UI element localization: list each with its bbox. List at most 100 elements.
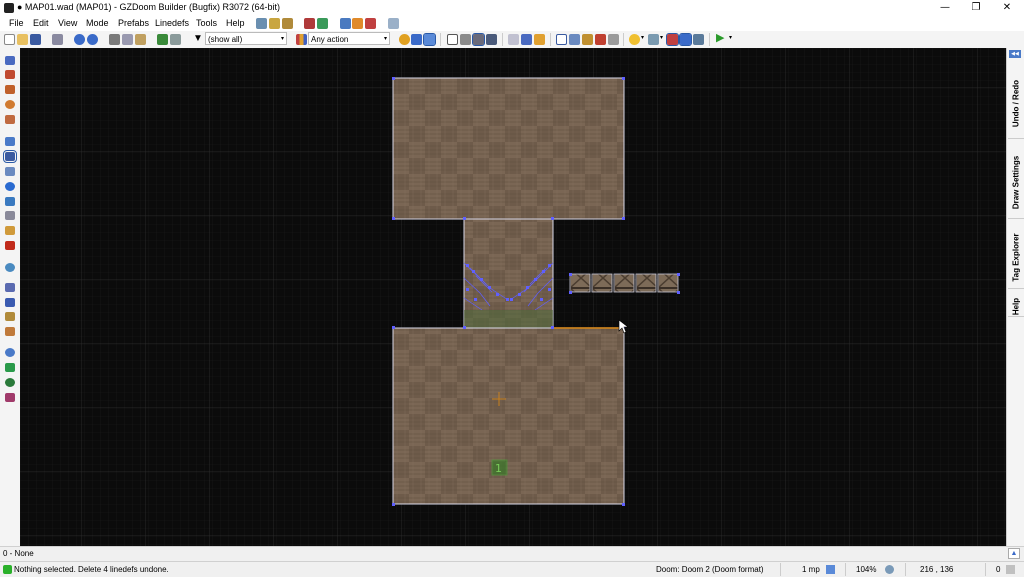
snap-grid-icon[interactable] [423,33,436,46]
chevron-down-icon[interactable]: ▾ [660,34,663,41]
warnings-icon[interactable] [1006,565,1015,574]
filter-icon[interactable]: ▼ [193,34,203,44]
save-map-icon[interactable] [30,34,41,45]
minimize-button[interactable]: — [930,0,960,16]
crate-sector[interactable] [569,273,591,293]
menu-edit[interactable]: Edit [33,18,49,28]
sky-icon[interactable] [679,33,692,46]
menu-linedefs[interactable]: Linedefs [155,18,189,28]
things-mode-icon[interactable] [5,182,15,191]
map-info-icon[interactable] [52,34,63,45]
paste-icon[interactable] [135,34,146,45]
sector-table-icon[interactable] [556,34,567,45]
lightbulb-icon[interactable] [629,34,640,45]
visual-mode-icon[interactable] [5,263,15,272]
close-button[interactable]: ✕ [992,0,1022,16]
stairs-mode-icon[interactable] [5,327,15,336]
view-brightness-icon[interactable] [472,33,485,46]
chevron-down-icon[interactable]: ▾ [641,34,644,41]
open-map-icon[interactable] [17,34,28,45]
redo-icon[interactable] [87,34,98,45]
map-options-icon[interactable] [304,18,315,29]
draw-ellipse-icon[interactable] [5,100,15,109]
map-canvas[interactable]: 1 [20,48,1006,546]
sectors-mode-icon[interactable] [5,167,15,176]
script-editor-icon[interactable] [256,18,267,29]
find-icon[interactable] [340,18,351,29]
link-icon[interactable] [388,18,399,29]
zoom-icon[interactable] [885,565,894,574]
chevron-down-icon[interactable]: ▾ [729,34,732,41]
insert-prefab-icon[interactable] [157,34,168,45]
flats-icon[interactable] [282,18,293,29]
model-render-icon[interactable] [648,34,659,45]
bridge-mode-icon[interactable] [5,312,15,321]
merge-geometry-icon[interactable] [508,34,519,45]
find-replace-icon[interactable] [5,348,15,357]
menu-mode[interactable]: Mode [86,18,109,28]
new-map-icon[interactable] [4,34,15,45]
sector-top-room[interactable] [392,77,625,220]
fog-icon[interactable] [666,33,679,46]
undo-icon[interactable] [74,34,85,45]
event-lines-icon[interactable] [693,34,704,45]
textures-icon[interactable] [269,18,280,29]
menu-prefabs[interactable]: Prefabs [118,18,149,28]
slope-mode-icon[interactable] [5,283,15,292]
action-filter-dropdown[interactable]: Any action ▾ [308,32,390,45]
crate-sector[interactable] [613,273,635,293]
draw-grid-icon[interactable] [5,115,15,124]
texture-align-icon[interactable] [582,34,593,45]
crate-sector[interactable] [635,273,657,293]
copy-icon[interactable] [122,34,133,45]
list-icon[interactable] [569,34,580,45]
linedefs-mode-icon[interactable] [3,150,17,163]
vertices-mode-icon[interactable] [5,137,15,146]
expand-info-button[interactable]: ▲ [1008,548,1020,559]
linedef-color-preset-icon[interactable] [296,34,307,45]
things-filter-dropdown[interactable]: (show all) ▾ [205,32,287,45]
map-view[interactable]: 1 [20,48,1006,546]
corridor-step-sector[interactable] [464,310,553,328]
maximize-button[interactable]: ❐ [961,0,991,16]
menu-file[interactable]: File [9,18,24,28]
tab-help[interactable]: Help [1008,288,1024,317]
grid-icon[interactable] [411,34,422,45]
replace-geometry-icon[interactable] [534,34,545,45]
delete-texture-icon[interactable] [595,34,606,45]
make-sectors-icon[interactable] [5,197,15,206]
color-picker-icon[interactable] [5,378,15,387]
image-icon[interactable] [5,211,15,220]
menu-tools[interactable]: Tools [196,18,217,28]
sound-environment-icon[interactable] [5,241,15,250]
sound-propagation-icon[interactable] [5,226,15,235]
errors-icon[interactable] [352,18,363,29]
menu-view[interactable]: View [58,18,77,28]
wireframe-icon[interactable] [447,34,458,45]
draw-curve-icon[interactable] [5,70,15,79]
brightness-icon[interactable] [399,34,410,45]
check-map-icon[interactable] [5,363,15,372]
prefab-icon[interactable] [170,34,181,45]
crate-sector[interactable] [591,273,613,293]
transform-mode-icon[interactable] [5,298,15,307]
zoom-level[interactable]: 104% [856,565,876,574]
menu-help[interactable]: Help [226,18,245,28]
cut-icon[interactable] [109,34,120,45]
play-icon[interactable]: ▶ [716,33,724,44]
tab-draw-settings[interactable]: Draw Settings [1008,138,1024,219]
split-geometry-icon[interactable] [521,34,532,45]
draw-rectangle-icon[interactable] [5,85,15,94]
grid-size[interactable]: 1 mp [802,565,820,574]
view-normal-icon[interactable] [460,34,471,45]
crate-sector[interactable] [657,273,679,293]
sector-bottom-room[interactable] [392,327,625,505]
view-floors-icon[interactable] [486,34,497,45]
tab-undo-redo[interactable]: Undo / Redo [1008,60,1024,139]
resources-icon[interactable] [317,18,328,29]
test-icon[interactable] [365,18,376,29]
gradient-icon[interactable] [5,393,15,402]
draw-lines-icon[interactable] [5,56,15,65]
grid-icon[interactable] [826,565,835,574]
flip-icon[interactable] [608,34,619,45]
